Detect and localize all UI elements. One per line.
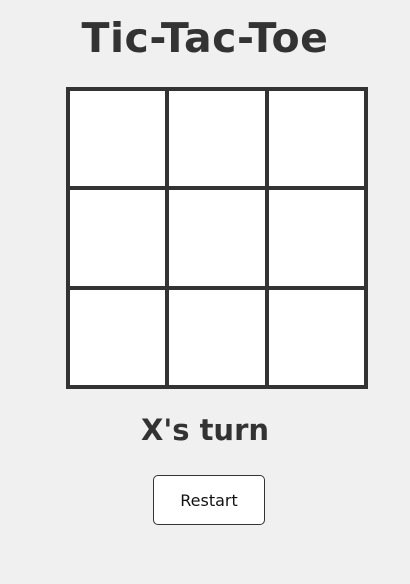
board-cell-8[interactable] — [169, 289, 265, 385]
board-cell-3[interactable] — [268, 91, 364, 187]
board-cell-7[interactable] — [70, 289, 166, 385]
board-cell-9[interactable] — [268, 289, 364, 385]
board-cell-1[interactable] — [70, 91, 166, 187]
turn-status: X's turn — [140, 413, 270, 447]
board-cell-4[interactable] — [70, 190, 166, 286]
board-cell-5[interactable] — [169, 190, 265, 286]
restart-button[interactable]: Restart — [153, 475, 265, 525]
board-cell-2[interactable] — [169, 91, 265, 187]
board-cell-6[interactable] — [268, 190, 364, 286]
game-title: Tic-Tac-Toe — [81, 14, 329, 62]
game-board — [66, 87, 368, 389]
